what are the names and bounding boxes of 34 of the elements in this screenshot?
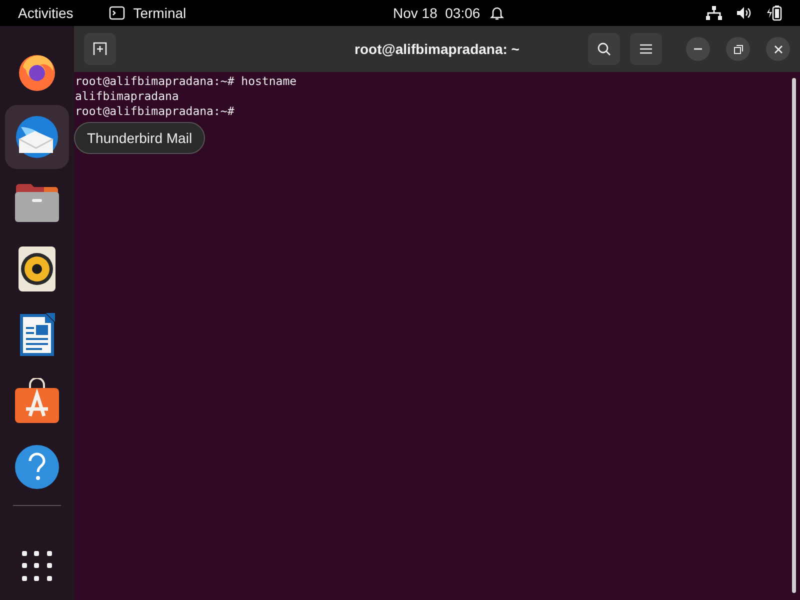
- terminal-line: alifbimapradana: [75, 89, 180, 104]
- battery-icon[interactable]: [766, 5, 782, 21]
- search-icon: [597, 42, 611, 56]
- maximize-button[interactable]: [726, 37, 750, 61]
- terminal-line: root@alifbimapradana:~# hostname: [75, 74, 298, 89]
- restore-icon: [734, 44, 742, 54]
- search-button[interactable]: [588, 33, 620, 65]
- menu-button[interactable]: [630, 33, 662, 65]
- bell-icon: [490, 5, 504, 21]
- shopping-bag-icon: [14, 378, 60, 424]
- envelope-icon: [13, 113, 61, 161]
- speaker-icon: [18, 246, 56, 292]
- activities-button[interactable]: Activities: [18, 2, 74, 24]
- help-icon: [14, 444, 60, 490]
- clock[interactable]: Nov 18 03:06: [393, 2, 480, 24]
- terminal-icon: [109, 6, 126, 20]
- new-tab-button[interactable]: [84, 33, 116, 65]
- scrollbar[interactable]: [792, 78, 796, 593]
- app-menu[interactable]: Terminal: [133, 2, 186, 24]
- minimize-button[interactable]: [686, 37, 710, 61]
- close-button[interactable]: [766, 37, 790, 61]
- folder-icon: [14, 183, 60, 223]
- new-tab-icon: [93, 42, 107, 56]
- network-icon[interactable]: [706, 6, 722, 20]
- volume-icon[interactable]: [736, 6, 752, 20]
- window-title: root@alifbimapradana: ~: [354, 40, 520, 59]
- menu-icon: [640, 44, 652, 54]
- close-icon: [774, 44, 782, 54]
- grid-icon: [21, 550, 53, 582]
- minimize-icon: [694, 48, 702, 50]
- dock-app-button[interactable]: [5, 105, 69, 169]
- document-icon: [17, 311, 57, 359]
- tooltip: Thunderbird Mail: [74, 122, 206, 154]
- terminal-line: root@alifbimapradana:~#: [75, 104, 236, 119]
